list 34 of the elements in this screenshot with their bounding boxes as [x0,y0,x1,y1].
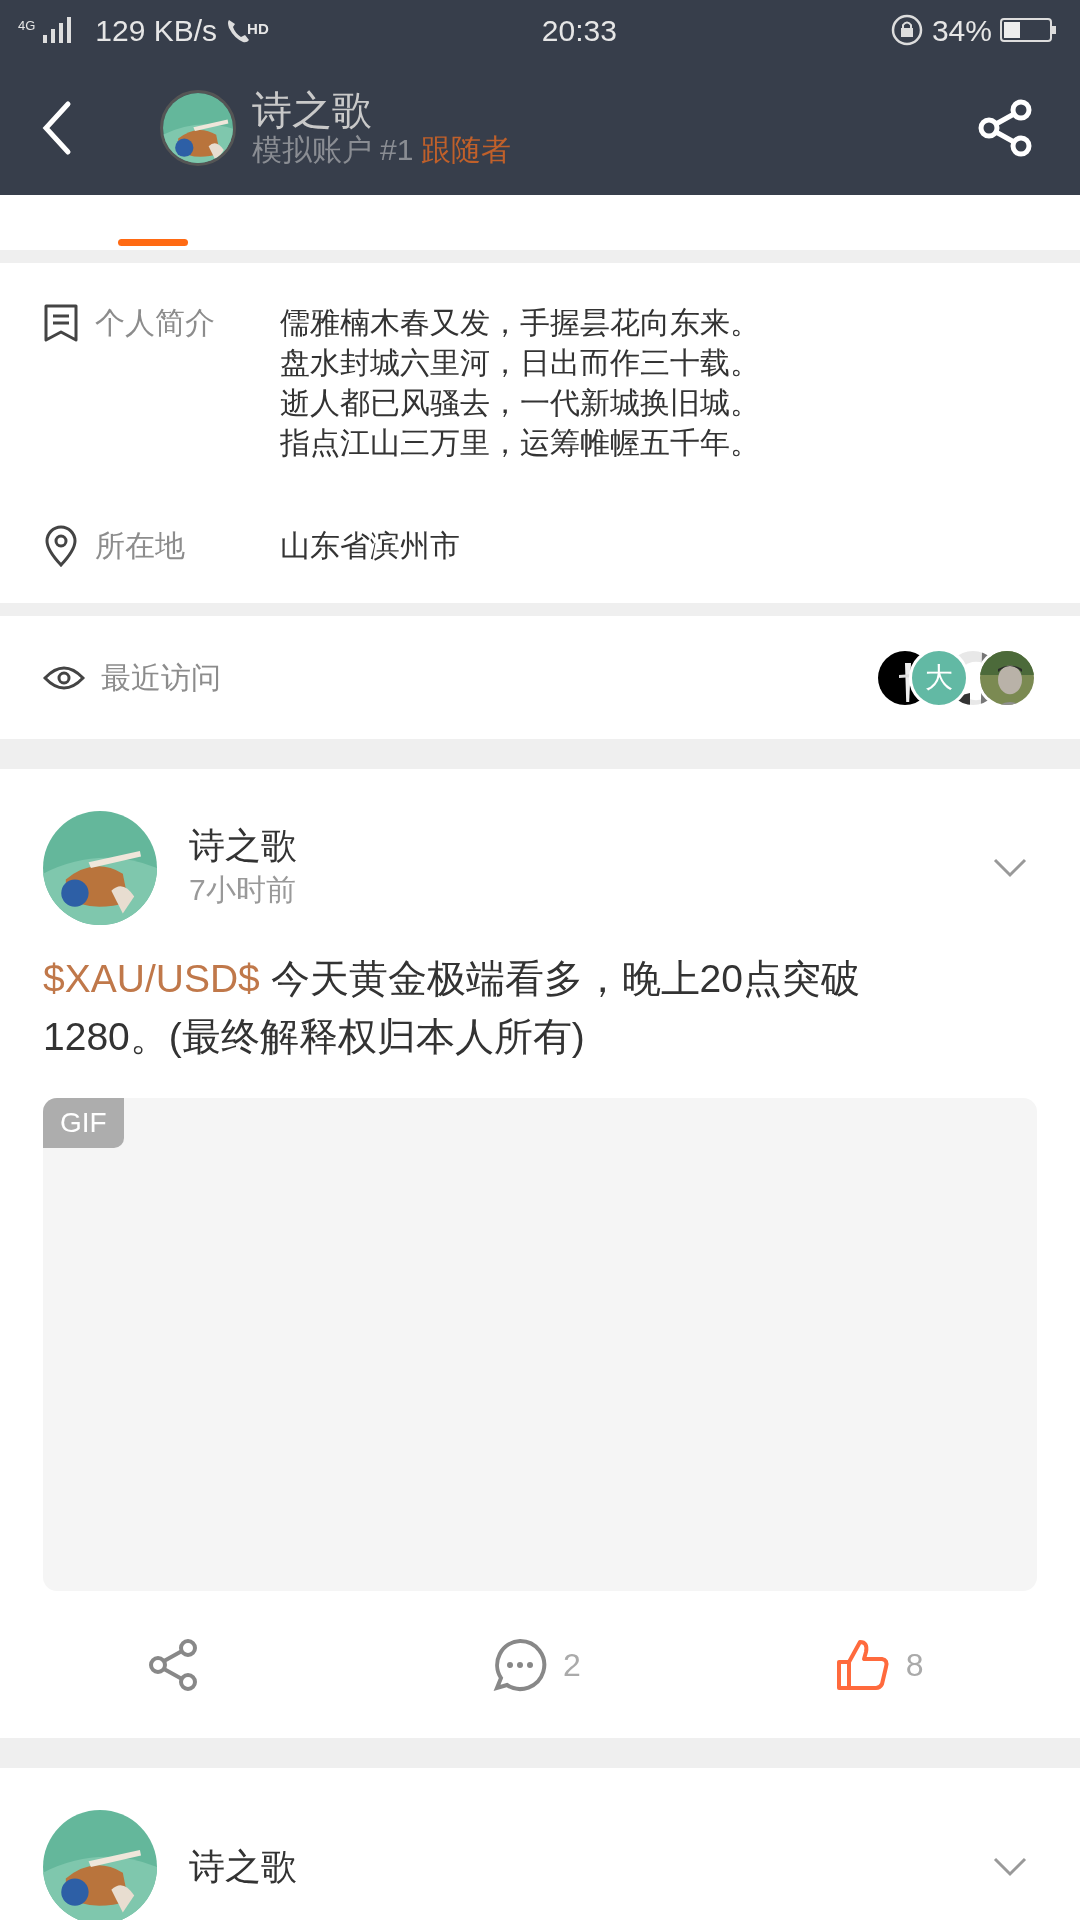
location-value: 山东省滨州市 [280,527,460,564]
battery-icon [1000,16,1058,44]
recent-visits-label: 最近访问 [101,660,222,696]
note-icon [43,303,79,343]
status-time: 20:33 [541,12,617,49]
signal-icon [43,17,72,43]
post-author: 诗之歌 [189,823,297,868]
account-name: 诗之歌 [252,87,373,132]
intro-label: 个人简介 [95,305,216,341]
intro-line: 儒雅楠木春又发，手握昙花向东来。 [280,305,760,341]
post-time: 7小时前 [189,872,297,909]
intro-line: 逝人都已风骚去，一代新城换旧城。 [280,385,760,421]
account-rank: #1 [380,131,414,168]
thumbs-up-icon[interactable] [835,1637,890,1692]
rotation-lock-icon [889,13,924,47]
share-icon [146,1637,200,1692]
like-count: 8 [905,1645,924,1685]
location-label: 所在地 [95,528,186,564]
intro-line: 指点江山三万里，运筹帷幄五千年。 [280,425,760,461]
network-speed: 129 KB/s [95,12,218,49]
account-role: 跟随者 [421,131,512,168]
post-author: 诗之歌 [189,1845,297,1889]
battery-percent: 34% [931,12,992,49]
network-label: 4G [18,16,36,35]
comment-count: 2 [563,1645,581,1685]
chevron-down-icon[interactable] [993,1857,1027,1877]
chevron-down-icon[interactable] [993,858,1027,878]
account-type: 模拟账户 [252,131,372,168]
intro-line: 盘水封城六里河，日出而作三十载。 [280,345,760,381]
gif-badge: GIF [43,1098,124,1148]
post-text: $XAU/USD$ 今天黄金极端看多，晚上20点突破1280。(最终解释权归本人所有) [42,956,861,1060]
location-pin-icon [43,523,79,568]
comment-icon[interactable] [493,1637,547,1692]
hd-label: HD [247,18,269,39]
